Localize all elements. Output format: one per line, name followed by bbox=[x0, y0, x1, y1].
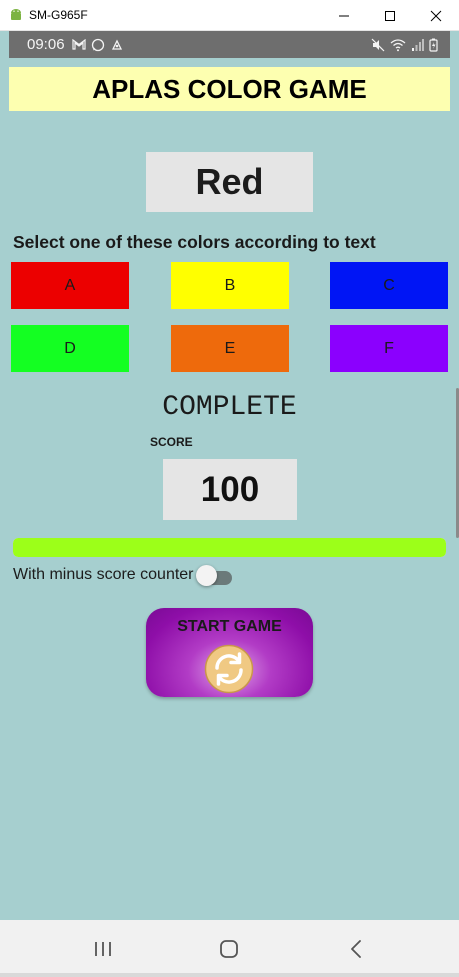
color-button-label: D bbox=[64, 339, 76, 357]
back-button[interactable] bbox=[336, 929, 376, 969]
home-icon bbox=[220, 939, 239, 958]
score-label: SCORE bbox=[150, 435, 193, 449]
app-title: APLAS COLOR GAME bbox=[9, 67, 450, 111]
start-game-button[interactable]: START GAME bbox=[146, 608, 313, 697]
window-title: SM-G965F bbox=[29, 8, 88, 22]
navigation-bar bbox=[0, 920, 459, 977]
start-game-label: START GAME bbox=[177, 618, 282, 635]
minimize-button[interactable] bbox=[321, 0, 367, 31]
color-button-d[interactable]: D bbox=[11, 325, 129, 372]
whatsapp-icon bbox=[91, 38, 104, 51]
battery-icon bbox=[429, 38, 438, 52]
window-titlebar: SM-G965F bbox=[0, 0, 459, 31]
signal-icon bbox=[412, 38, 424, 51]
color-button-a[interactable]: A bbox=[11, 262, 129, 309]
toggle-thumb bbox=[195, 565, 217, 586]
back-icon bbox=[350, 939, 361, 958]
minus-counter-row: With minus score counter bbox=[13, 563, 234, 587]
window-bottom-edge bbox=[0, 973, 459, 977]
color-button-label: C bbox=[383, 276, 395, 294]
minus-counter-label: With minus score counter bbox=[13, 566, 194, 583]
progress-fill bbox=[13, 538, 446, 557]
score-value: 100 bbox=[163, 459, 297, 520]
refresh-icon bbox=[204, 644, 254, 694]
color-button-label: A bbox=[64, 276, 76, 294]
recents-button[interactable] bbox=[83, 929, 123, 969]
app-screen: APLAS COLOR GAME Red Select one of these… bbox=[9, 58, 459, 920]
status-time: 09:06 bbox=[27, 36, 65, 53]
close-icon bbox=[430, 10, 442, 21]
color-button-label: E bbox=[224, 339, 236, 357]
color-button-e[interactable]: E bbox=[171, 325, 289, 372]
home-button[interactable] bbox=[209, 929, 249, 969]
instruction-text: Select one of these colors according to … bbox=[13, 232, 376, 252]
wifi-icon bbox=[390, 38, 406, 51]
minus-counter-toggle[interactable] bbox=[195, 563, 234, 587]
maximize-icon bbox=[385, 10, 395, 21]
recents-icon bbox=[95, 941, 112, 956]
color-button-label: B bbox=[224, 276, 236, 294]
progress-bar bbox=[13, 538, 446, 557]
maximize-button[interactable] bbox=[367, 0, 413, 31]
status-bar: 09:06 bbox=[9, 31, 450, 58]
color-button-c[interactable]: C bbox=[330, 262, 448, 309]
color-button-f[interactable]: F bbox=[330, 325, 448, 372]
color-word: Red bbox=[146, 152, 313, 212]
android-icon bbox=[11, 9, 21, 20]
color-button-b[interactable]: B bbox=[171, 262, 289, 309]
cleaner-icon bbox=[111, 39, 122, 50]
gmail-icon bbox=[71, 39, 86, 50]
game-status: COMPLETE bbox=[162, 392, 297, 423]
mute-icon bbox=[371, 38, 385, 51]
close-button[interactable] bbox=[413, 0, 459, 31]
minimize-icon bbox=[339, 15, 349, 16]
color-button-label: F bbox=[384, 339, 394, 357]
